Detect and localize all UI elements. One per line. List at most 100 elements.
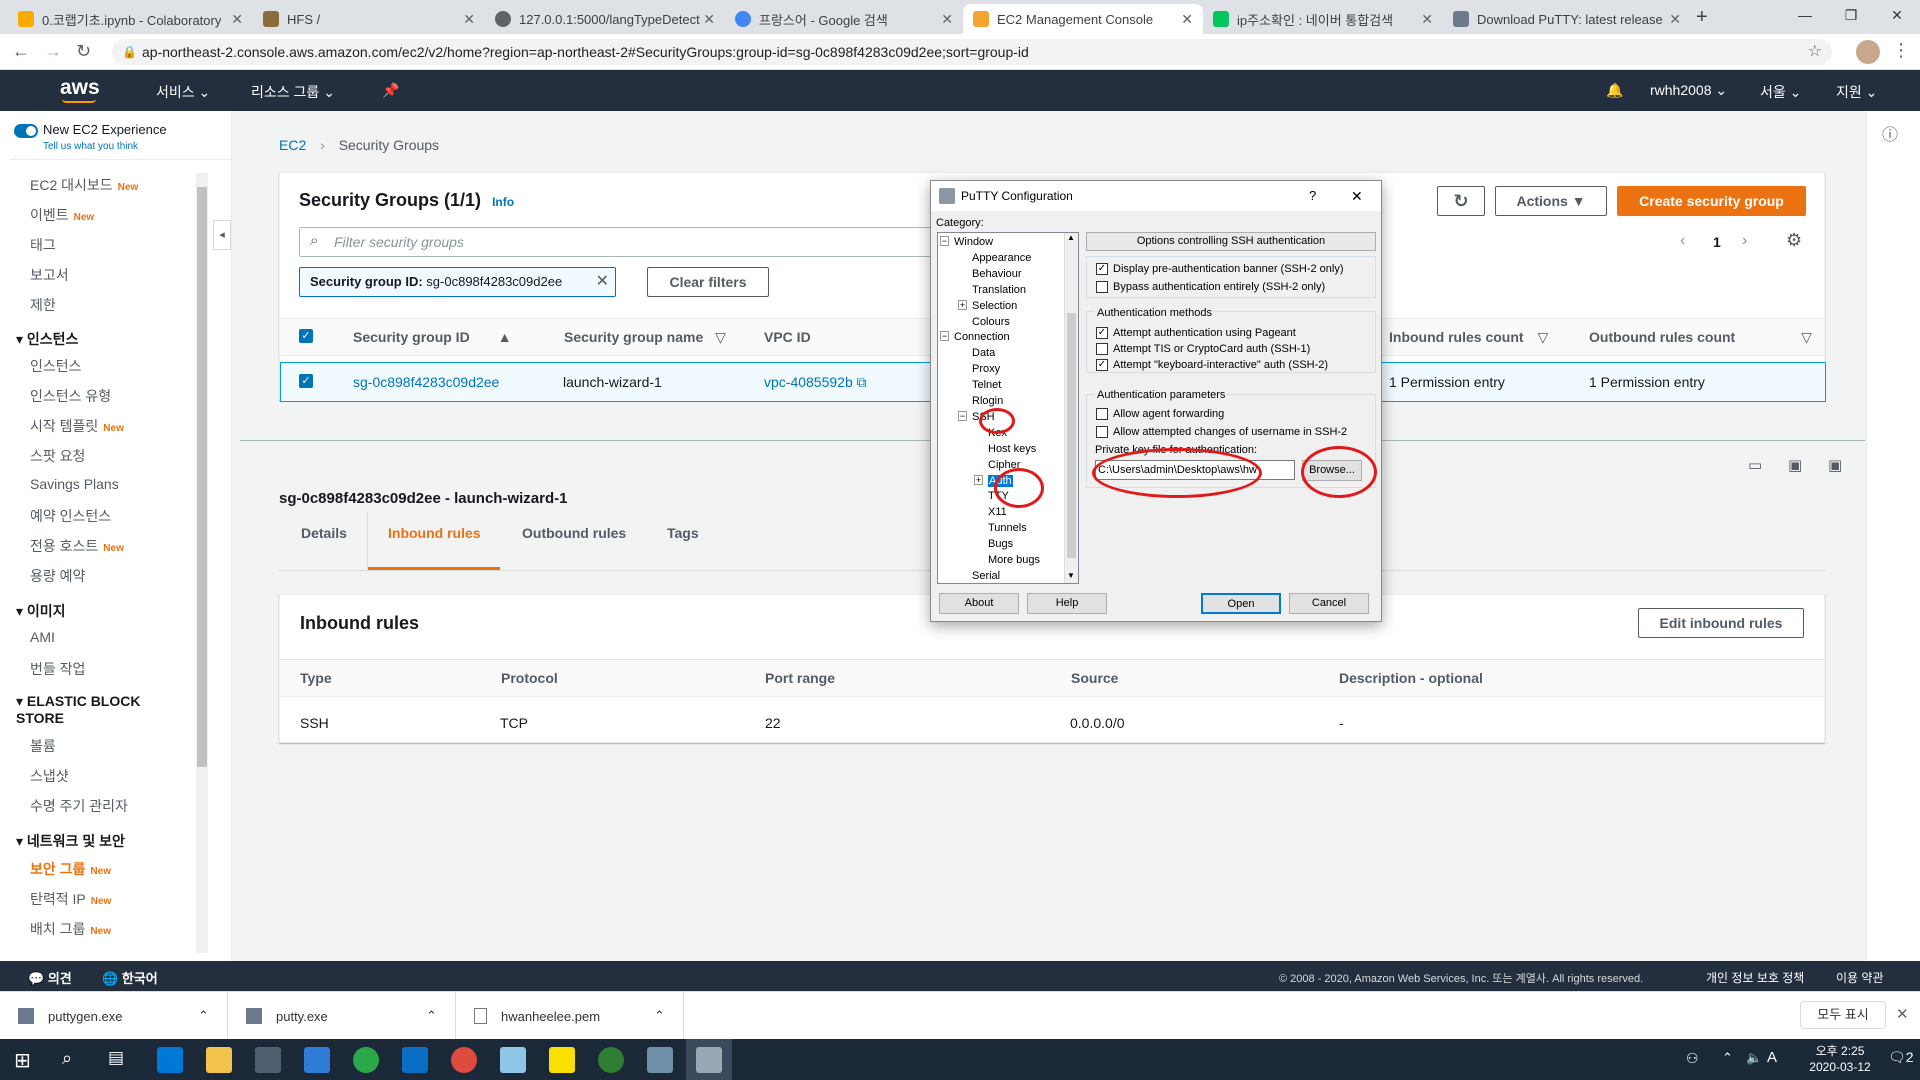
- chevron-up-icon[interactable]: ⌃: [426, 1008, 437, 1024]
- tree-collapse-icon[interactable]: −: [940, 331, 949, 342]
- next-page-icon[interactable]: ›: [1742, 232, 1747, 250]
- tree-item-selection[interactable]: Selection: [972, 300, 1017, 312]
- kakaotalk-icon[interactable]: [549, 1047, 575, 1073]
- tray-chevron-icon[interactable]: ⌃: [1722, 1050, 1733, 1066]
- sidebar-item-placement-groups[interactable]: 배치 그룹 New: [30, 919, 111, 939]
- tree-expand-icon[interactable]: +: [958, 299, 967, 310]
- help-question-button[interactable]: ?: [1309, 181, 1316, 211]
- cancel-button[interactable]: Cancel: [1289, 593, 1369, 614]
- back-icon[interactable]: ←: [12, 41, 30, 62]
- split-layout-icon[interactable]: ▣: [1828, 456, 1842, 474]
- services-menu[interactable]: 서비스 ⌄: [156, 82, 210, 102]
- info-icon[interactable]: ⓘ: [1882, 121, 1898, 145]
- edit-inbound-rules-button[interactable]: Edit inbound rules: [1638, 608, 1804, 638]
- download-item[interactable]: puttygen.exe ⌃: [0, 992, 228, 1040]
- scrollbar-thumb[interactable]: [1067, 313, 1076, 558]
- sidebar-item-snapshots[interactable]: 스냅샷: [30, 766, 69, 786]
- sidebar-item-elastic-ip[interactable]: 탄력적 IP New: [30, 889, 111, 909]
- actions-button[interactable]: Actions ▼: [1495, 186, 1607, 216]
- search-icon[interactable]: ⌕: [62, 1048, 72, 1069]
- close-icon[interactable]: ✕: [1669, 11, 1681, 28]
- edge-icon[interactable]: [157, 1047, 183, 1073]
- tab-details[interactable]: Details: [301, 525, 347, 541]
- app-icon[interactable]: [353, 1047, 379, 1073]
- sidebar-item-security-groups[interactable]: 보안 그룹 New: [30, 859, 111, 879]
- windows-start-icon[interactable]: ⊞: [14, 1048, 31, 1073]
- remove-filter-icon[interactable]: ✕: [596, 271, 609, 291]
- select-all-checkbox[interactable]: ✓: [299, 329, 313, 343]
- browser-tab[interactable]: Download PuTTY: latest release ✕: [1443, 4, 1691, 34]
- language-selector[interactable]: 🌐 한국어: [102, 968, 158, 987]
- row-vpc-link[interactable]: vpc-4085592b ⧉: [764, 374, 867, 391]
- tree-item-data[interactable]: Data: [972, 347, 995, 359]
- sidebar-item-launch-templates[interactable]: 시작 템플릿 New: [30, 416, 124, 436]
- sidebar-item-events[interactable]: 이벤트 New: [30, 205, 94, 225]
- bell-icon[interactable]: 🔔: [1606, 82, 1623, 99]
- new-experience-toggle[interactable]: [14, 124, 38, 138]
- chevron-up-icon[interactable]: ⌃: [198, 1008, 209, 1024]
- row-checkbox[interactable]: ✓: [299, 374, 313, 388]
- close-icon[interactable]: ✕: [1181, 11, 1193, 28]
- tree-scrollbar[interactable]: ▲ ▼: [1064, 233, 1078, 583]
- sidebar-item-reports[interactable]: 보고서: [30, 265, 69, 285]
- sidebar-item-tags[interactable]: 태그: [30, 235, 56, 255]
- app-icon[interactable]: [647, 1047, 673, 1073]
- tree-expand-icon[interactable]: +: [974, 474, 983, 485]
- refresh-button[interactable]: ↻: [1437, 186, 1485, 216]
- username-change-checkbox[interactable]: [1096, 426, 1108, 438]
- app-icon[interactable]: [500, 1047, 526, 1073]
- sidebar-item-savings-plans[interactable]: Savings Plans: [30, 476, 119, 492]
- browser-tab[interactable]: 127.0.0.1:5000/langTypeDetect ✕: [485, 4, 725, 34]
- browser-tab[interactable]: 0.코랩기초.ipynb - Colaboratory ✕: [8, 4, 253, 34]
- tree-item-appearance[interactable]: Appearance: [972, 252, 1031, 264]
- page-number[interactable]: 1: [1713, 234, 1721, 250]
- tree-item-telnet[interactable]: Telnet: [972, 379, 1001, 391]
- column-header-name[interactable]: Security group name ▽: [564, 329, 726, 346]
- tree-item-translation[interactable]: Translation: [972, 284, 1026, 296]
- sidebar-section-images[interactable]: ▾ 이미지: [16, 601, 66, 621]
- tab-outbound-rules[interactable]: Outbound rules: [522, 525, 626, 541]
- mail-icon[interactable]: [304, 1047, 330, 1073]
- restore-icon[interactable]: ❐: [1828, 0, 1874, 34]
- sidebar-section-ebs[interactable]: ▾ ELASTIC BLOCK STORE: [16, 693, 166, 727]
- sidebar-item-bundle-tasks[interactable]: 번들 작업: [30, 659, 85, 679]
- tree-item-window[interactable]: Window: [954, 236, 993, 248]
- keyboard-interactive-checkbox[interactable]: ✓: [1096, 359, 1108, 371]
- sidebar-item-ami[interactable]: AMI: [30, 629, 55, 645]
- sidebar-item-dedicated-hosts[interactable]: 전용 호스트 New: [30, 536, 124, 556]
- tree-item-bugs[interactable]: Bugs: [988, 538, 1013, 550]
- sidebar-item-volumes[interactable]: 볼륨: [30, 736, 56, 756]
- tree-item-host-keys[interactable]: Host keys: [988, 443, 1036, 455]
- tree-item-colours[interactable]: Colours: [972, 316, 1010, 328]
- tree-item-x11[interactable]: X11: [988, 506, 1007, 518]
- tree-item-serial[interactable]: Serial: [972, 570, 1000, 582]
- putty-taskbar-active[interactable]: [686, 1039, 732, 1080]
- close-icon[interactable]: ✕: [1421, 11, 1433, 28]
- settings-gear-icon[interactable]: ⚙: [1786, 230, 1802, 251]
- close-icon[interactable]: ✕: [941, 11, 953, 28]
- scroll-up-icon[interactable]: ▲: [1067, 233, 1075, 242]
- tree-item-tunnels[interactable]: Tunnels: [988, 522, 1027, 534]
- split-layout-icon[interactable]: ▭: [1748, 456, 1762, 474]
- chevron-up-icon[interactable]: ⌃: [654, 1008, 665, 1024]
- new-tab-button[interactable]: +: [1696, 6, 1708, 29]
- display-banner-checkbox[interactable]: ✓: [1096, 263, 1108, 275]
- column-header-inbound[interactable]: Inbound rules count ▽: [1389, 329, 1548, 346]
- notification-center[interactable]: 🗨2: [1888, 1049, 1914, 1066]
- forward-icon[interactable]: →: [44, 41, 62, 62]
- tell-us-link[interactable]: Tell us what you think: [43, 141, 138, 152]
- sidebar-section-instances[interactable]: ▾ 인스턴스: [16, 329, 78, 349]
- putty-title-bar[interactable]: PuTTY Configuration ? ✕: [931, 181, 1381, 211]
- browser-tab[interactable]: HFS / ✕: [253, 4, 485, 34]
- close-icon[interactable]: ✕: [1351, 181, 1363, 211]
- task-view-icon[interactable]: ▤: [108, 1048, 124, 1068]
- breadcrumb-ec2[interactable]: EC2: [279, 137, 306, 153]
- minimize-icon[interactable]: —: [1782, 0, 1828, 34]
- pin-icon[interactable]: 📌: [382, 82, 399, 99]
- sidebar-section-network[interactable]: ▾ 네트워크 및 보안: [16, 831, 125, 851]
- account-menu[interactable]: rwhh2008 ⌄: [1650, 82, 1727, 99]
- sidebar-item-spot-requests[interactable]: 스팟 요청: [30, 446, 85, 466]
- tab-inbound-rules[interactable]: Inbound rules: [388, 525, 481, 541]
- resource-groups-menu[interactable]: 리소스 그룹 ⌄: [251, 82, 335, 102]
- column-header-outbound[interactable]: Outbound rules count ▽: [1589, 329, 1812, 346]
